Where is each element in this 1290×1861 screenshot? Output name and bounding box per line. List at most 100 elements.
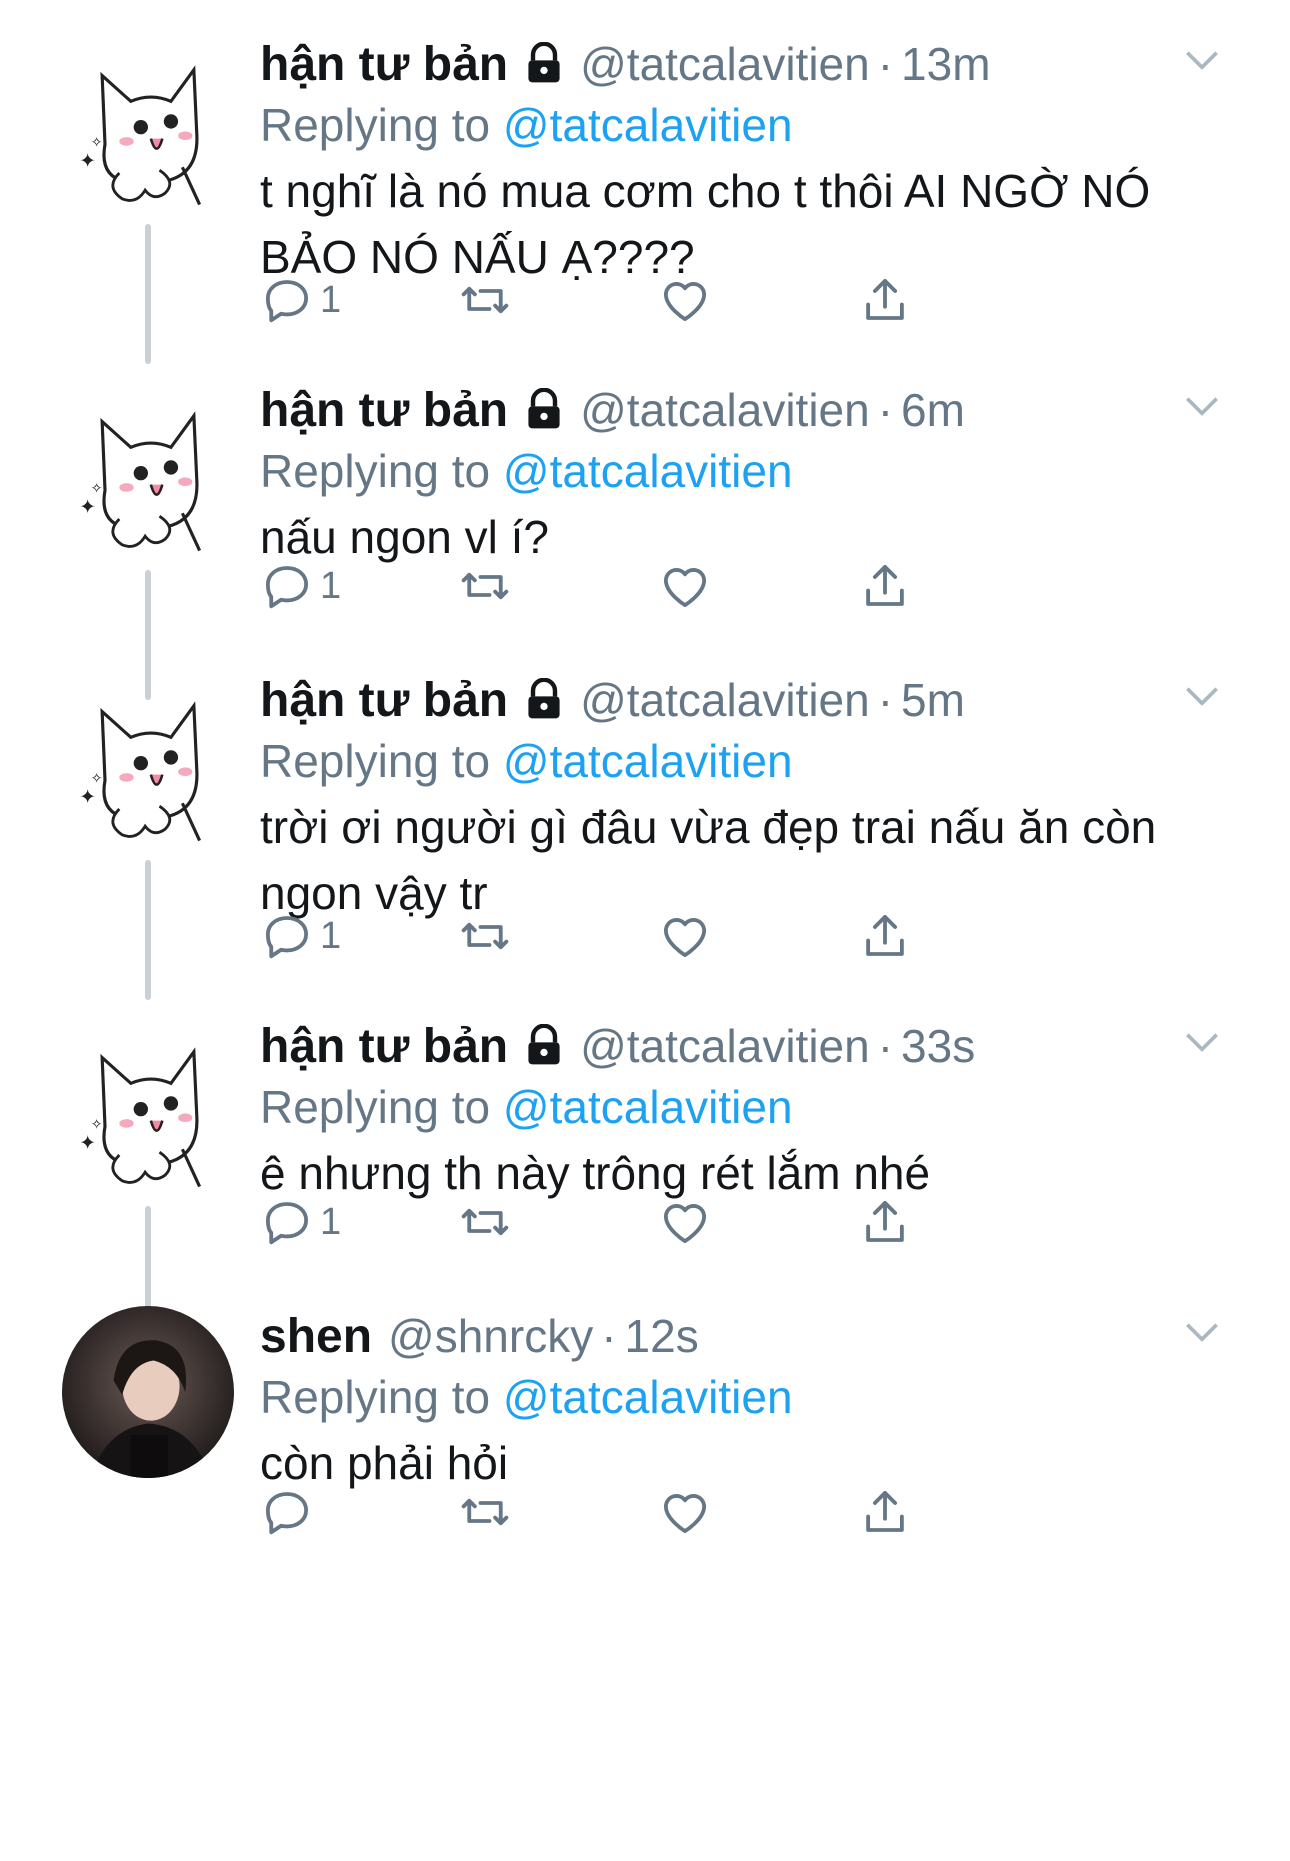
replying-to-label: Replying to: [260, 445, 491, 497]
heart-icon: [663, 568, 707, 608]
avatar-cat-sticker[interactable]: ✦ ✧: [62, 1026, 234, 1198]
svg-text:✧: ✧: [91, 1117, 103, 1133]
chevron-down-icon[interactable]: [1180, 1310, 1224, 1354]
heart-icon: [663, 1494, 707, 1534]
display-name[interactable]: hận tư bản: [260, 383, 508, 438]
thread-line: [145, 224, 151, 364]
lock-icon: [522, 41, 566, 86]
like-button[interactable]: [658, 1192, 712, 1252]
reply-icon: [265, 1202, 309, 1245]
reply-button[interactable]: [260, 1482, 320, 1542]
display-name[interactable]: hận tư bản: [260, 37, 508, 92]
mention-link[interactable]: @tatcalavitien: [503, 445, 793, 497]
retweet-button[interactable]: [458, 906, 512, 966]
timestamp[interactable]: 13m: [901, 37, 990, 91]
replying-to: Replying to @tatcalavitien: [260, 734, 793, 788]
timestamp[interactable]: 33s: [901, 1019, 975, 1073]
reply-button[interactable]: 1: [260, 906, 341, 966]
user-handle[interactable]: @tatcalavitien: [580, 37, 870, 91]
heart-icon: [663, 282, 707, 322]
tweet-text: ê nhưng th này trông rét lắm nhé: [260, 1147, 931, 1199]
avatar-cat-sticker[interactable]: ✦ ✧: [62, 390, 234, 562]
retweet-button[interactable]: [458, 1482, 512, 1542]
share-button[interactable]: [858, 1482, 912, 1542]
share-button[interactable]: [858, 1192, 912, 1252]
separator-dot: ·: [877, 384, 894, 436]
replying-to: Replying to @tatcalavitien: [260, 444, 793, 498]
retweet-button[interactable]: [458, 270, 512, 330]
reply-button[interactable]: 1: [260, 1192, 341, 1252]
reply-icon: [265, 916, 309, 959]
separator-dot: ·: [877, 38, 894, 90]
replying-to-label: Replying to: [260, 1371, 491, 1423]
tweet-header: shen @shnrcky · 12s: [260, 1306, 699, 1366]
reply-button[interactable]: 1: [260, 556, 341, 616]
reply-icon: [265, 566, 309, 609]
chevron-down-icon[interactable]: [1180, 1020, 1224, 1064]
avatar-cat-sticker[interactable]: ✦ ✧: [62, 680, 234, 852]
separator-dot: ·: [877, 674, 894, 726]
tweet-text: t nghĩ là nó mua cơm cho t thôi AI NGỜ N…: [260, 165, 1151, 283]
cat-avatar-icon: ✦✧: [79, 65, 202, 206]
share-icon: [866, 1490, 904, 1532]
retweet-icon: [461, 1208, 509, 1236]
display-name[interactable]: hận tư bản: [260, 673, 508, 728]
chevron-down-icon[interactable]: [1180, 384, 1224, 428]
reply-icon: [265, 280, 309, 323]
chevron-down-icon[interactable]: [1180, 38, 1224, 82]
like-button[interactable]: [658, 556, 712, 616]
like-button[interactable]: [658, 270, 712, 330]
user-handle[interactable]: @tatcalavitien: [580, 673, 870, 727]
share-button[interactable]: [858, 270, 912, 330]
thread-line: [145, 860, 151, 1000]
svg-text:✧: ✧: [91, 481, 103, 497]
avatar-cat-sticker[interactable]: ✦ ✧: [62, 44, 234, 216]
cat-avatar-icon: ✦✧: [79, 411, 202, 552]
tweet-header: hận tư bản @tatcalavitien · 6m: [260, 380, 965, 440]
mention-link[interactable]: @tatcalavitien: [503, 1081, 793, 1133]
mention-link[interactable]: @tatcalavitien: [503, 99, 793, 151]
tweet-header: hận tư bản @tatcalavitien · 13m: [260, 34, 991, 94]
avatar-photo[interactable]: [62, 1306, 234, 1478]
user-handle[interactable]: @tatcalavitien: [580, 383, 870, 437]
tweet-header: hận tư bản @tatcalavitien · 5m: [260, 670, 965, 730]
tweet-text: còn phải hỏi: [260, 1437, 509, 1489]
lock-icon: [522, 1023, 566, 1068]
retweet-icon: [461, 1498, 509, 1526]
reply-icon: [265, 1492, 309, 1535]
separator-dot: ·: [601, 1310, 617, 1362]
replying-to: Replying to @tatcalavitien: [260, 1370, 793, 1424]
separator-dot: ·: [877, 1020, 894, 1072]
replying-to: Replying to @tatcalavitien: [260, 98, 793, 152]
retweet-button[interactable]: [458, 556, 512, 616]
share-icon: [866, 564, 904, 606]
mention-link[interactable]: @tatcalavitien: [503, 735, 793, 787]
user-handle[interactable]: @tatcalavitien: [580, 1019, 870, 1073]
reply-count: 1: [320, 564, 342, 607]
like-button[interactable]: [658, 1482, 712, 1542]
replying-to-label: Replying to: [260, 99, 491, 151]
cat-avatar-icon: ✦✧: [79, 1047, 202, 1188]
retweet-icon: [461, 572, 509, 600]
user-photo-icon: [62, 1306, 234, 1478]
share-button[interactable]: [858, 556, 912, 616]
mention-link[interactable]: @tatcalavitien: [503, 1371, 793, 1423]
share-button[interactable]: [858, 906, 912, 966]
like-button[interactable]: [658, 906, 712, 966]
replying-to: Replying to @tatcalavitien: [260, 1080, 793, 1134]
timestamp[interactable]: 5m: [901, 673, 965, 727]
retweet-button[interactable]: [458, 1192, 512, 1252]
timestamp[interactable]: 12s: [625, 1309, 699, 1363]
reply-button[interactable]: 1: [260, 270, 341, 330]
svg-text:✦: ✦: [79, 786, 96, 808]
chevron-down-icon[interactable]: [1180, 674, 1224, 718]
display-name[interactable]: shen: [260, 1309, 372, 1364]
tweet-text: trời ơi người gì đâu vừa đẹp trai nấu ăn…: [260, 801, 1157, 919]
svg-text:✧: ✧: [91, 771, 103, 787]
retweet-icon: [461, 922, 509, 950]
cat-avatar-icon: ✦✧: [79, 701, 202, 842]
timestamp[interactable]: 6m: [901, 383, 965, 437]
lock-icon: [522, 387, 566, 432]
user-handle[interactable]: @shnrcky: [388, 1309, 593, 1363]
display-name[interactable]: hận tư bản: [260, 1019, 508, 1074]
